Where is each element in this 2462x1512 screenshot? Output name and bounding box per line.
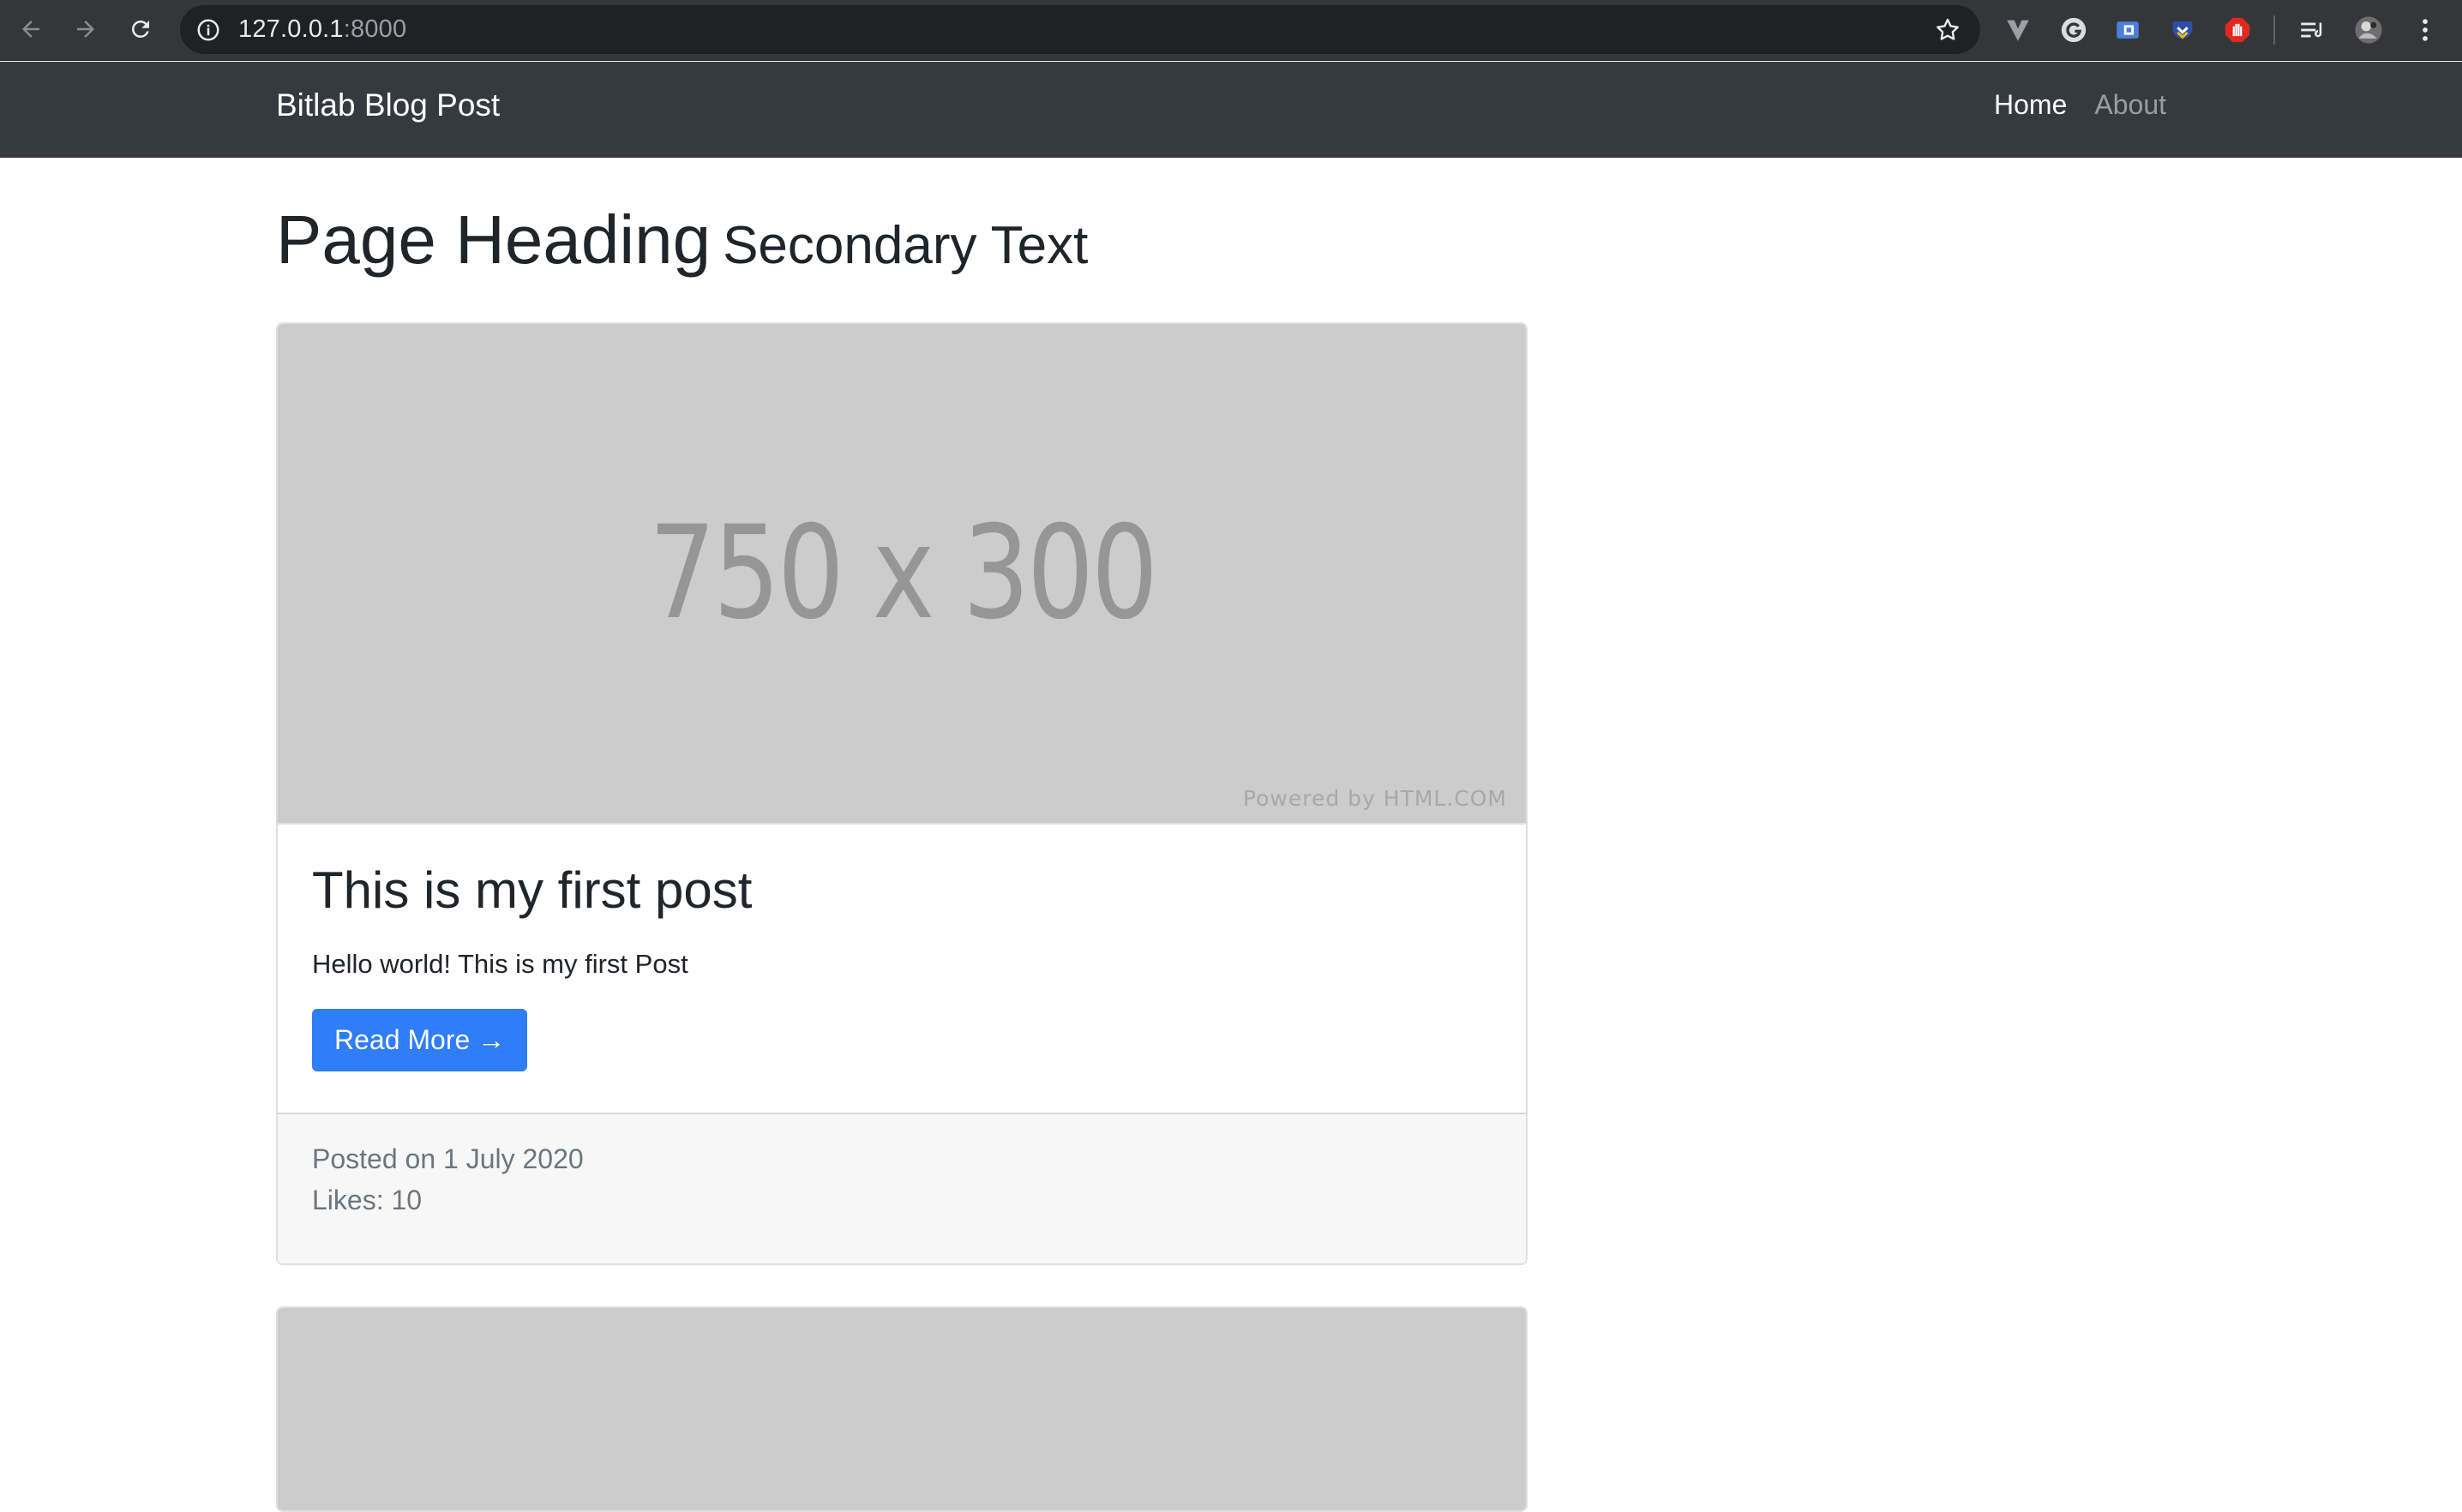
grammarly-extension-icon[interactable]: [2057, 14, 2090, 46]
navbar-links: Home About: [1994, 89, 2166, 121]
vivaldi-extension-icon[interactable]: [2002, 14, 2034, 46]
toolbar-divider: [2273, 15, 2275, 45]
page-subheading: Secondary Text: [723, 216, 1089, 275]
browser-toolbar: 127.0.0.1:8000: [0, 0, 2462, 61]
url-text: 127.0.0.1:8000: [238, 15, 406, 44]
page-heading-text: Page Heading: [276, 201, 712, 278]
navbar-brand[interactable]: Bitlab Blog Post: [276, 87, 500, 123]
post-card-footer: Posted on 1 July 2020 Likes: 10: [278, 1113, 1526, 1263]
post-date: Posted on 1 July 2020: [312, 1143, 584, 1174]
post-likes: Likes: 10: [312, 1185, 423, 1215]
post-image-placeholder-next: [278, 1308, 1526, 1510]
url-port: :8000: [343, 15, 407, 43]
site-navbar: Bitlab Blog Post Home About: [0, 62, 2462, 158]
address-bar[interactable]: 127.0.0.1:8000: [180, 5, 1980, 54]
reload-icon[interactable]: [123, 12, 158, 46]
post-card: 750 x 300 Powered by HTML.COM This is my…: [276, 322, 1528, 1265]
nav-link-home[interactable]: Home: [1994, 89, 2067, 121]
post-excerpt: Hello world! This is my first Post: [312, 949, 688, 979]
back-arrow-icon[interactable]: [14, 12, 48, 46]
read-more-button[interactable]: Read More →: [312, 1009, 528, 1071]
media-queue-icon[interactable]: [2296, 14, 2328, 46]
profile-avatar-icon[interactable]: [2352, 14, 2385, 46]
url-host: 127.0.0.1: [238, 15, 344, 43]
pocket-extension-icon[interactable]: [2166, 14, 2199, 46]
post-title: This is my first post: [312, 861, 753, 919]
bookmark-star-icon[interactable]: [1934, 16, 1961, 44]
post-image-placeholder: 750 x 300 Powered by HTML.COM: [278, 324, 1526, 823]
site-info-icon[interactable]: [195, 17, 221, 43]
placeholder-credit: Powered by HTML.COM: [1242, 786, 1507, 811]
forward-arrow-icon[interactable]: [69, 12, 103, 46]
post-card-body: This is my first post Hello world! This …: [278, 823, 1526, 1106]
placeholder-dimensions: 750 x 300: [648, 499, 1157, 648]
adblock-extension-icon[interactable]: [2221, 14, 2254, 46]
translate-extension-icon[interactable]: [2111, 14, 2144, 46]
post-card-next: [276, 1306, 1528, 1512]
kebab-menu-icon[interactable]: [2409, 14, 2441, 46]
page-heading: Page Heading Secondary Text: [276, 201, 1088, 279]
nav-link-about[interactable]: About: [2094, 89, 2166, 121]
